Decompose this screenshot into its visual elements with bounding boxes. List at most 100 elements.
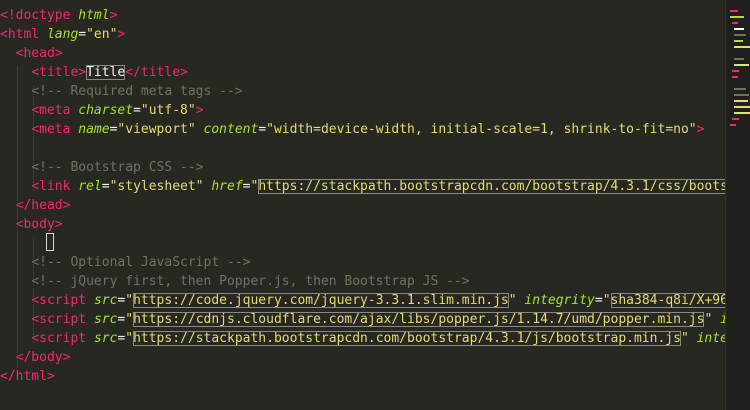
minimap-mark bbox=[734, 112, 750, 114]
indent-guide bbox=[33, 86, 34, 191]
str-token: "width=device-width, initial-scale=1, sh… bbox=[266, 122, 697, 137]
attr-token: name bbox=[78, 122, 110, 137]
str-token: "en" bbox=[86, 27, 118, 42]
tag-token: </head> bbox=[15, 198, 71, 213]
minimap-mark bbox=[734, 100, 748, 102]
attr-token: charset bbox=[78, 103, 134, 118]
code-line[interactable]: </html> bbox=[0, 367, 55, 386]
tag-token: <html bbox=[0, 27, 40, 42]
minimap-mark bbox=[732, 76, 738, 78]
tag-token: <script bbox=[31, 331, 87, 346]
cmt-token: <!-- Optional JavaScript --> bbox=[31, 255, 251, 270]
tag-token: <meta bbox=[31, 103, 71, 118]
attr-token: src bbox=[93, 312, 118, 327]
tag-token: </html> bbox=[0, 369, 55, 384]
url-token: sha384-q8i/X+965DzO0rT7abK41JStQIAqVgRVz… bbox=[610, 293, 725, 308]
tag-token: <script bbox=[31, 312, 87, 327]
tag-token: <meta bbox=[31, 122, 71, 137]
plain-token: = bbox=[101, 179, 110, 194]
tag-token: <title> bbox=[31, 65, 87, 80]
attr-token: lang bbox=[46, 27, 79, 42]
minimap[interactable] bbox=[725, 0, 750, 410]
str-token: "viewport" bbox=[117, 122, 196, 137]
tag-token: </title> bbox=[125, 65, 188, 80]
minimap-mark bbox=[734, 34, 746, 36]
code-line[interactable]: <!-- Optional JavaScript --> bbox=[0, 253, 250, 272]
text-cursor bbox=[46, 233, 54, 251]
str-token: " bbox=[125, 312, 134, 327]
code-line[interactable]: <script src="https://cdnjs.cloudflare.co… bbox=[0, 310, 725, 329]
tag-token: <head> bbox=[15, 46, 63, 61]
url-token: https://stackpath.bootstrapcdn.com/boots… bbox=[133, 331, 681, 346]
minimap-mark bbox=[734, 64, 749, 66]
code-line[interactable]: <!-- jQuery first, then Popper.js, then … bbox=[0, 272, 470, 291]
code-line[interactable]: <!doctype html> bbox=[0, 6, 117, 25]
tag-token: doctype bbox=[15, 8, 71, 23]
code-line[interactable]: <head> bbox=[0, 44, 63, 63]
code-line[interactable]: <body> bbox=[0, 215, 63, 234]
attr-token: href bbox=[211, 179, 243, 194]
code-line[interactable]: <!-- Required meta tags --> bbox=[0, 82, 243, 101]
minimap-mark bbox=[734, 46, 750, 48]
minimap-mark bbox=[734, 28, 744, 30]
plain-token: = bbox=[78, 27, 87, 42]
code-line[interactable]: <title>Title</title> bbox=[0, 63, 188, 82]
code-line[interactable]: <script src="https://stackpath.bootstrap… bbox=[0, 329, 725, 348]
code-line[interactable]: <html lang="en"> bbox=[0, 25, 125, 44]
code-line[interactable]: <script src = "https://code.jquery.com/jqu… bbox=[0, 291, 725, 310]
tag-token: <! bbox=[0, 8, 16, 23]
minimap-mark bbox=[734, 94, 749, 96]
str-token: " bbox=[508, 293, 517, 308]
minimap-mark bbox=[732, 118, 739, 120]
minimap-mark bbox=[734, 106, 750, 108]
minimap-mark bbox=[732, 22, 738, 24]
tag-token: > bbox=[117, 27, 126, 42]
str-token: "utf-8" bbox=[140, 103, 196, 118]
indent-guide bbox=[33, 238, 34, 343]
tag-token: </body> bbox=[15, 350, 71, 365]
code-line[interactable]: </body> bbox=[0, 348, 71, 367]
code-line[interactable]: <!-- Bootstrap CSS --> bbox=[0, 158, 203, 177]
code-line[interactable]: <link rel="stylesheet" href="https://sta… bbox=[0, 177, 725, 196]
code-editor[interactable]: <!doctype html> <html lang="en"> <head> <… bbox=[0, 0, 725, 410]
attr-token: content bbox=[203, 122, 259, 137]
attr-token: rel bbox=[78, 179, 102, 194]
code-line[interactable]: <meta name="viewport" content="width=dev… bbox=[0, 120, 704, 139]
str-token: " bbox=[125, 293, 134, 308]
code-line[interactable]: <meta charset="utf-8"> bbox=[0, 101, 203, 120]
plain-token: = bbox=[594, 293, 603, 308]
tag-token: <link bbox=[31, 179, 71, 194]
horizontal-scrollbar[interactable] bbox=[0, 402, 725, 410]
code-line[interactable]: </head> bbox=[0, 196, 71, 215]
attr-token: html bbox=[78, 8, 110, 23]
tag-token: <script bbox=[31, 293, 87, 308]
str-token: " bbox=[125, 331, 134, 346]
attr-token: src bbox=[93, 293, 118, 308]
attr-token: src bbox=[93, 331, 118, 346]
str-token: " bbox=[680, 331, 689, 346]
tag-token: <body> bbox=[15, 217, 63, 232]
url-token: https://code.jquery.com/jquery-3.3.1.sli… bbox=[133, 293, 509, 308]
plain-token: = bbox=[258, 122, 267, 137]
indent-guide bbox=[17, 67, 18, 367]
cmt-token: <!-- jQuery first, then Popper.js, then … bbox=[31, 274, 470, 289]
cmt-token: <!-- Required meta tags --> bbox=[31, 84, 243, 99]
